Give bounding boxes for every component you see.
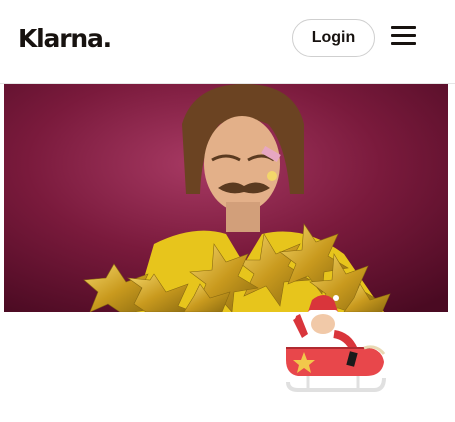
hero-image xyxy=(4,84,448,312)
top-header: Klarna. Login xyxy=(0,0,455,84)
hamburger-menu-icon[interactable] xyxy=(389,24,419,48)
santa-sleigh-illustration xyxy=(278,290,390,398)
klarna-logo[interactable]: Klarna. xyxy=(18,24,112,53)
login-button[interactable]: Login xyxy=(292,19,375,57)
